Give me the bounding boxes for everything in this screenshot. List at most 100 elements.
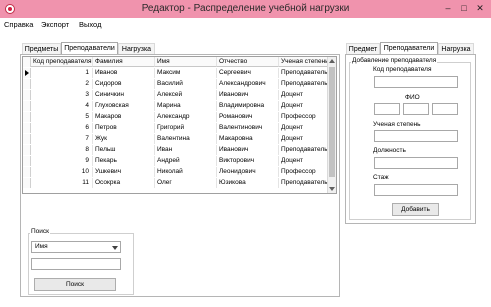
table-row[interactable]: 10 Ушкевич Николай Леонидович Профессор [23, 167, 330, 177]
table-cell[interactable]: 7 [31, 134, 93, 144]
table-cell[interactable]: Александр [155, 112, 217, 122]
first-name-input[interactable] [403, 103, 429, 115]
table-cell[interactable]: Леонидович [217, 167, 279, 177]
table-cell[interactable]: Ушкевич [93, 167, 155, 177]
row-header[interactable] [23, 123, 31, 133]
table-cell[interactable]: Макаров [93, 112, 155, 122]
table-row[interactable]: 3 Синичкин Алексей Иванович Доцент [23, 90, 330, 100]
row-header[interactable] [23, 134, 31, 144]
table-cell[interactable]: 9 [31, 156, 93, 166]
maximize-button[interactable]: □ [457, 3, 471, 14]
table-row[interactable]: 9 Пекарь Андрей Викторович Доцент [23, 156, 330, 166]
table-cell[interactable]: Владимировна [217, 101, 279, 111]
table-cell[interactable]: Юзикова [217, 178, 279, 188]
table-cell[interactable]: Преподаватель [279, 178, 330, 188]
patronymic-input[interactable] [432, 103, 458, 115]
row-header[interactable] [23, 79, 31, 89]
table-row[interactable]: 2 Сидоров Василий Александрович Преподавател… [23, 79, 330, 89]
column-header-surname[interactable]: Фамилия [93, 57, 155, 67]
table-cell[interactable]: Олег [155, 178, 217, 188]
table-cell[interactable]: Иванов [93, 68, 155, 78]
table-cell[interactable]: 1 [31, 68, 93, 78]
table-cell[interactable]: Максим [155, 68, 217, 78]
row-header[interactable] [23, 156, 31, 166]
table-cell[interactable]: Григорий [155, 123, 217, 133]
table-cell[interactable]: Глуховская [93, 101, 155, 111]
menu-help[interactable]: Справка [4, 20, 33, 29]
search-input[interactable] [31, 258, 121, 270]
table-cell[interactable]: Доцент [279, 123, 330, 133]
table-row[interactable]: 11 Осокрка Олег Юзикова Преподаватель [23, 178, 330, 188]
table-cell[interactable]: 8 [31, 145, 93, 155]
table-row[interactable]: 1 Иванов Максим Сергеевич Преподаватель [23, 68, 330, 78]
table-cell[interactable]: Викторович [217, 156, 279, 166]
menu-exit[interactable]: Выход [79, 20, 101, 29]
table-cell[interactable]: Романович [217, 112, 279, 122]
minimize-button[interactable]: – [441, 3, 455, 14]
table-cell[interactable]: Алексей [155, 90, 217, 100]
table-cell[interactable]: Осокрка [93, 178, 155, 188]
teacher-code-input[interactable] [374, 76, 458, 88]
table-cell[interactable]: Александрович [217, 79, 279, 89]
column-header-code[interactable]: Код преподавателя [31, 57, 93, 67]
position-input[interactable] [374, 157, 458, 169]
table-cell[interactable]: Пекарь [93, 156, 155, 166]
table-cell[interactable]: 3 [31, 90, 93, 100]
table-cell[interactable]: 4 [31, 101, 93, 111]
search-button[interactable]: Поиск [34, 278, 116, 291]
table-cell[interactable]: Валентинович [217, 123, 279, 133]
table-cell[interactable]: 11 [31, 178, 93, 188]
add-teacher-button[interactable]: Добавить [392, 203, 439, 216]
menu-export[interactable]: Экспорт [41, 20, 69, 29]
table-row[interactable]: 6 Петров Григорий Валентинович Доцент [23, 123, 330, 133]
table-cell[interactable]: Синичкин [93, 90, 155, 100]
table-cell[interactable]: Василий [155, 79, 217, 89]
table-cell[interactable]: 2 [31, 79, 93, 89]
table-cell[interactable]: Жук [93, 134, 155, 144]
table-cell[interactable]: Марина [155, 101, 217, 111]
table-cell[interactable]: Петров [93, 123, 155, 133]
experience-input[interactable] [374, 184, 458, 196]
table-cell[interactable]: Николай [155, 167, 217, 177]
degree-input[interactable] [374, 130, 458, 142]
table-cell[interactable]: Профессор [279, 112, 330, 122]
table-cell[interactable]: Пельш [93, 145, 155, 155]
table-cell[interactable]: Доцент [279, 156, 330, 166]
row-header[interactable] [23, 112, 31, 122]
table-row[interactable]: 8 Пельш Иван Иванович Преподаватель [23, 145, 330, 155]
row-header[interactable] [23, 90, 31, 100]
scroll-down-icon[interactable] [329, 187, 335, 191]
scroll-up-icon[interactable] [329, 59, 335, 63]
row-header[interactable] [23, 167, 31, 177]
table-cell[interactable]: Профессор [279, 167, 330, 177]
table-row[interactable]: 5 Макаров Александр Романович Профессор [23, 112, 330, 122]
table-cell[interactable]: 5 [31, 112, 93, 122]
table-cell[interactable]: Сергеевич [217, 68, 279, 78]
table-cell[interactable]: Доцент [279, 101, 330, 111]
table-cell[interactable]: Преподаватель [279, 145, 330, 155]
search-field-combo[interactable]: Имя [31, 241, 121, 253]
table-cell[interactable]: 10 [31, 167, 93, 177]
table-row[interactable]: 4 Глуховская Марина Владимировна Доцент [23, 101, 330, 111]
table-row[interactable]: 7 Жук Валентина Макаровна Доцент [23, 134, 330, 144]
table-cell[interactable]: Преподаватель [279, 79, 330, 89]
table-cell[interactable]: Преподаватель [279, 68, 330, 78]
table-cell[interactable]: Доцент [279, 90, 330, 100]
table-cell[interactable]: Валентина [155, 134, 217, 144]
chevron-down-icon[interactable] [112, 246, 118, 250]
column-header-degree[interactable]: Ученая степень [279, 57, 330, 67]
grid-vertical-scrollbar[interactable] [327, 57, 336, 193]
teachers-grid[interactable]: Код преподавателя Фамилия Имя Отчество У… [22, 56, 337, 194]
table-cell[interactable]: 6 [31, 123, 93, 133]
scroll-thumb[interactable] [329, 67, 335, 177]
column-header-name[interactable]: Имя [155, 57, 217, 67]
table-cell[interactable]: Иванович [217, 90, 279, 100]
row-header[interactable] [23, 68, 31, 78]
table-cell[interactable]: Андрей [155, 156, 217, 166]
row-header[interactable] [23, 101, 31, 111]
table-cell[interactable]: Иван [155, 145, 217, 155]
table-cell[interactable]: Сидоров [93, 79, 155, 89]
surname-input[interactable] [374, 103, 400, 115]
row-header[interactable] [23, 145, 31, 155]
column-header-patronymic[interactable]: Отчество [217, 57, 279, 67]
